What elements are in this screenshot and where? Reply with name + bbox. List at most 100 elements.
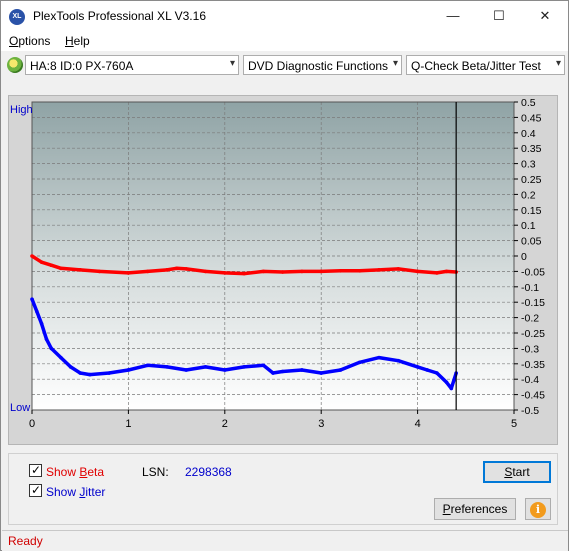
chevron-down-icon: ▾: [229, 58, 235, 69]
x-tick-label: 0: [29, 418, 35, 430]
beta-data-point: [396, 267, 401, 271]
jitter-data-point: [184, 368, 189, 372]
preferences-button[interactable]: Preferences: [434, 498, 516, 520]
beta-data-point: [444, 269, 449, 274]
beta-data-point: [30, 254, 34, 258]
jitter-data-point: [338, 368, 343, 372]
menu-options-mnemonic: O: [9, 34, 19, 48]
preferences-label: references: [450, 502, 508, 516]
jitter-data-point: [88, 372, 92, 377]
lsn-value: 2298368: [185, 465, 232, 479]
show-jitter-rest: itter: [85, 485, 106, 499]
show-beta-prefix: Show: [46, 465, 80, 479]
jitter-data-point: [280, 369, 285, 374]
toolbar: HA:8 ID:0 PX-760A ▾ DVD Diagnostic Funct…: [1, 52, 568, 79]
y-tick-label: 0.3: [521, 159, 536, 171]
beta-data-point: [415, 269, 420, 274]
start-button[interactable]: Start: [483, 461, 551, 483]
jitter-data-point: [242, 365, 246, 369]
beta-data-point: [300, 269, 304, 274]
status-text: Ready: [8, 534, 43, 548]
beta-data-point: [261, 269, 266, 274]
title-bar: XL PlexTools Professional XL V3.16 — ☐ ✕: [1, 1, 568, 31]
y-tick-label: -0.3: [521, 343, 539, 355]
y-tick-label: 0: [521, 251, 527, 263]
x-tick-label: 1: [125, 418, 131, 430]
maximize-button[interactable]: ☐: [476, 1, 522, 31]
beta-jitter-chart: 0.5 0.45 0.4 0.35 0.3 0.25 0.2 0.15 0.1 0.05 0 -0.0…: [10, 97, 545, 430]
jitter-data-point: [145, 363, 150, 368]
info-button[interactable]: i: [525, 498, 551, 520]
beta-data-point: [97, 269, 102, 274]
beta-data-point: [357, 268, 362, 273]
beta-data-point: [145, 269, 150, 274]
beta-data-point: [377, 268, 381, 272]
low-label: Low: [10, 402, 30, 414]
drive-select[interactable]: HA:8 ID:0 PX-760A ▾: [25, 55, 239, 75]
jitter-data-point: [435, 371, 439, 375]
jitter-data-point: [425, 368, 430, 372]
show-beta-checkbox[interactable]: ✓: [29, 463, 42, 477]
jitter-data-point: [39, 321, 44, 326]
jitter-data-point: [444, 380, 449, 385]
show-jitter-prefix: Show: [46, 485, 80, 499]
y-tick-label: 0.45: [521, 112, 542, 124]
jitter-data-point: [223, 368, 227, 372]
drive-status-icon: [7, 57, 23, 73]
y-tick-label: 0.5: [521, 97, 536, 109]
check-icon: ✓: [31, 463, 42, 477]
jitter-data-point: [203, 365, 208, 369]
beta-data-point: [435, 271, 439, 275]
chevron-down-icon: ▾: [392, 58, 398, 69]
jitter-data-point: [30, 297, 34, 301]
y-tick-label: 0.15: [521, 205, 542, 217]
y-tick-label: -0.4: [521, 374, 539, 386]
jitter-data-point: [377, 355, 381, 360]
test-select[interactable]: Q-Check Beta/Jitter Test ▾: [406, 55, 565, 75]
beta-data-point: [319, 269, 324, 274]
beta-data-point: [174, 266, 179, 271]
start-label: tart: [512, 465, 530, 479]
minimize-button[interactable]: —: [430, 1, 476, 31]
jitter-data-point: [396, 358, 401, 363]
app-logo-icon: XL: [9, 9, 25, 25]
function-select-value: DVD Diagnostic Functions: [248, 59, 389, 73]
y-tick-label: 0.4: [521, 128, 536, 140]
show-jitter-checkbox[interactable]: ✓: [29, 483, 42, 497]
menu-options[interactable]: Options: [9, 34, 50, 48]
x-tick-label: 4: [415, 418, 421, 430]
check-icon: ✓: [31, 483, 42, 497]
info-icon: i: [530, 502, 546, 518]
show-jitter-label[interactable]: Show Jitter: [46, 485, 105, 499]
y-tick-label: 0.25: [521, 174, 542, 186]
jitter-data-point: [165, 365, 169, 369]
beta-data-point: [223, 271, 227, 275]
drive-select-value: HA:8 ID:0 PX-760A: [30, 59, 134, 73]
preferences-mnemonic: P: [442, 502, 451, 516]
jitter-data-point: [271, 371, 275, 375]
y-tick-label: -0.15: [521, 297, 545, 309]
y-tick-label: 0.1: [521, 220, 536, 232]
beta-data-point: [59, 266, 63, 271]
chevron-down-icon: ▾: [555, 58, 561, 69]
y-tick-label: 0.2: [521, 189, 536, 201]
menu-help-label: elp: [73, 34, 90, 48]
jitter-data-point: [49, 346, 54, 351]
function-select[interactable]: DVD Diagnostic Functions ▾: [243, 55, 402, 75]
chart-panel: 0.5 0.45 0.4 0.35 0.3 0.25 0.2 0.15 0.1 0.05 0 -0.0…: [8, 95, 558, 445]
beta-data-point: [242, 271, 246, 276]
beta-data-point: [203, 269, 208, 274]
y-tick-label: -0.05: [521, 266, 545, 278]
app-window: XL PlexTools Professional XL V3.16 — ☐ ✕…: [0, 0, 569, 551]
jitter-data-point: [415, 365, 420, 369]
beta-data-point: [39, 260, 44, 264]
status-bar: Ready: [2, 530, 568, 551]
close-button[interactable]: ✕: [522, 1, 568, 31]
menu-help[interactable]: Help: [65, 34, 90, 48]
jitter-data-point: [126, 368, 131, 372]
test-select-value: Q-Check Beta/Jitter Test: [411, 59, 541, 73]
show-beta-label[interactable]: Show Beta: [46, 465, 104, 479]
window-title: PlexTools Professional XL V3.16: [33, 9, 206, 23]
y-tick-label: -0.1: [521, 282, 539, 294]
jitter-data-point: [44, 337, 49, 341]
